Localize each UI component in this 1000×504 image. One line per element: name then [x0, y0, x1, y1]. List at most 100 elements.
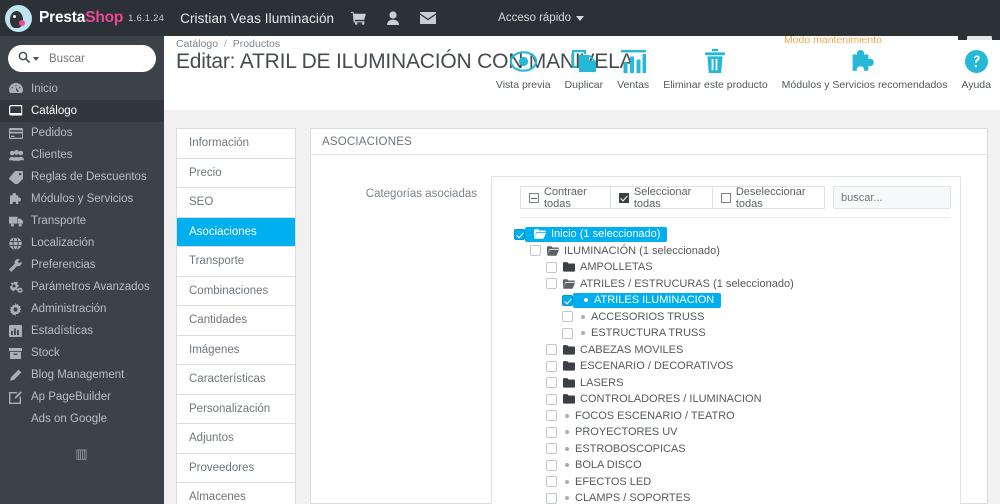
search-scope-chevron-icon[interactable]: [33, 56, 39, 61]
sidebar-item-clientes[interactable]: Clientes: [0, 144, 164, 166]
category-tree-item[interactable]: ACCESORIOS TRUSS: [492, 309, 960, 326]
category-label: ESCENARIO / DECORATIVOS: [580, 360, 734, 373]
category-checkbox[interactable]: [546, 443, 557, 455]
sidebar-item-estad-sticas[interactable]: Estadísticas: [0, 320, 164, 342]
sidebar-item-cat-logo[interactable]: Catálogo: [0, 100, 164, 122]
category-checkbox[interactable]: [546, 377, 557, 389]
tab-cantidades[interactable]: Cantidades: [177, 306, 295, 336]
sidebar-collapse-handle[interactable]: ▥: [0, 446, 164, 462]
category-checkbox[interactable]: [514, 228, 525, 240]
toolbar-button-vista-previa[interactable]: Vista previa: [489, 44, 558, 91]
category-checkbox[interactable]: [546, 476, 557, 488]
sidebar-item-label: Ap PageBuilder: [31, 391, 111, 403]
quick-access-dropdown[interactable]: Acceso rápido: [498, 12, 585, 24]
category-tree-item[interactable]: Inicio (1 seleccionado): [492, 226, 960, 243]
user-icon[interactable]: [387, 11, 400, 25]
cart-icon[interactable]: [351, 11, 367, 25]
tab-adjuntos[interactable]: Adjuntos: [177, 424, 295, 454]
sidebar-item-ads-on-google[interactable]: Ads on Google: [0, 408, 164, 430]
collapse-box-icon: [529, 192, 539, 203]
category-checkbox[interactable]: [562, 327, 573, 339]
breadcrumb-parent[interactable]: Catálogo: [176, 38, 218, 50]
sidebar-item-inicio[interactable]: Inicio: [0, 78, 164, 100]
category-tree-item[interactable]: AMPOLLETAS: [492, 259, 960, 276]
category-checkbox[interactable]: [546, 410, 557, 422]
category-checkbox[interactable]: [546, 492, 557, 504]
breadcrumb-current[interactable]: Productos: [233, 38, 280, 50]
tree-control-label: Contraer todas: [544, 185, 587, 210]
category-checkbox[interactable]: [546, 278, 557, 290]
category-tree-item[interactable]: CABEZAS MOVILES: [492, 342, 960, 359]
sidebar-item-localizaci-n[interactable]: Localización: [0, 232, 164, 254]
sidebar-item-pedidos[interactable]: Pedidos: [0, 122, 164, 144]
trash-icon: [705, 44, 726, 78]
tree-control-deseleccionar-todas[interactable]: Deseleccionar todas: [711, 186, 825, 210]
search-input[interactable]: [49, 52, 149, 65]
tree-control-seleccionar-todas[interactable]: Seleccionar todas: [609, 186, 713, 210]
tab-asociaciones[interactable]: Asociaciones: [177, 217, 295, 247]
category-tree-box: Contraer todas Seleccionar todas Deselecci…: [491, 176, 961, 504]
sidebar-search[interactable]: [8, 45, 156, 72]
category-tree-item[interactable]: FOCOS ESCENARIO / TEATRO: [492, 408, 960, 425]
shop-name[interactable]: Cristian Veas Iluminación: [180, 11, 334, 26]
tab-caracter-sticas[interactable]: Características: [177, 365, 295, 395]
category-tree-item[interactable]: LASERS: [492, 375, 960, 392]
category-tree-item[interactable]: ATRILES ILUMINACION: [492, 292, 960, 309]
category-tree-item[interactable]: CONTROLADORES / ILUMINACION: [492, 391, 960, 408]
category-tree-item[interactable]: ESTRUCTURA TRUSS: [492, 325, 960, 342]
tab-seo[interactable]: SEO: [177, 188, 295, 218]
sidebar-item-preferencias[interactable]: Preferencias: [0, 254, 164, 276]
truck-icon: [9, 216, 31, 227]
sidebar-item-label: Reglas de Descuentos: [31, 171, 147, 183]
category-tree-item[interactable]: PROYECTORES UV: [492, 424, 960, 441]
sidebar-item-m-dulos-y-servicios[interactable]: Módulos y Servicios: [0, 188, 164, 210]
category-checkbox[interactable]: [546, 344, 557, 356]
category-tree-item[interactable]: ESCENARIO / DECORATIVOS: [492, 358, 960, 375]
category-tree-item[interactable]: CLAMPS / SOPORTES: [492, 490, 960, 504]
category-checkbox[interactable]: [546, 360, 557, 372]
sidebar-item-ap-pagebuilder[interactable]: Ap PageBuilder: [0, 386, 164, 408]
sidebar-item-blog-management[interactable]: Blog Management: [0, 364, 164, 386]
category-search-input[interactable]: [833, 186, 951, 209]
tab-proveedores[interactable]: Proveedores: [177, 454, 295, 483]
toolbar-button-m-dulos-y-servicios-recomendados[interactable]: Módulos y Servicios recomendados: [775, 44, 955, 91]
tab-personalizaci-n[interactable]: Personalización: [177, 395, 295, 424]
tab-almacenes[interactable]: Almacenes: [177, 483, 295, 504]
category-tree-item[interactable]: ILUMINACIÓN (1 seleccionado): [492, 243, 960, 260]
tab-label: Proveedores: [189, 461, 255, 474]
category-checkbox[interactable]: [562, 311, 573, 323]
tree-control-contraer-todas[interactable]: Contraer todas: [520, 185, 611, 210]
category-checkbox[interactable]: [562, 294, 573, 306]
category-tree-item[interactable]: ATRILES / ESTRUCURAS (1 seleccionado): [492, 276, 960, 293]
category-checkbox[interactable]: [530, 245, 541, 257]
toolbar-button-eliminar-este-producto[interactable]: Eliminar este producto: [656, 44, 774, 91]
sidebar-item-administraci-n[interactable]: Administración: [0, 298, 164, 320]
sidebar-item-stock[interactable]: Stock: [0, 342, 164, 364]
sidebar: Inicio Catálogo Pedidos Clientes Reglas de D…: [0, 36, 164, 504]
sidebar-item-par-metros-avanzados[interactable]: Parámetros Avanzados: [0, 276, 164, 298]
tab-label: SEO: [189, 196, 214, 209]
category-checkbox[interactable]: [546, 393, 557, 405]
toolbar-button-ventas[interactable]: Ventas: [610, 44, 656, 91]
category-checkbox[interactable]: [546, 261, 557, 273]
tab-combinaciones[interactable]: Combinaciones: [177, 277, 295, 306]
prestashop-logo-icon[interactable]: [5, 4, 32, 32]
sidebar-item-reglas-de-descuentos[interactable]: Reglas de Descuentos: [0, 166, 164, 188]
tab-informaci-n[interactable]: Información: [177, 129, 295, 159]
page-header: Catálogo / Productos Editar: ATRIL DE IL…: [164, 0, 1000, 110]
tab-transporte[interactable]: Transporte: [177, 247, 295, 277]
tab-im-genes[interactable]: Imágenes: [177, 336, 295, 365]
toolbar-button-duplicar[interactable]: Duplicar: [558, 44, 611, 91]
category-tree-item[interactable]: BOLA DISCO: [492, 457, 960, 474]
category-tree-item[interactable]: EFECTOS LED: [492, 474, 960, 491]
brand-presta: Presta: [39, 9, 86, 26]
category-label: BOLA DISCO: [575, 459, 642, 472]
tab-precio[interactable]: Precio: [177, 159, 295, 188]
brand-name[interactable]: PrestaShop: [39, 9, 123, 27]
toolbar-button-label: Módulos y Servicios recomendados: [781, 79, 948, 91]
envelope-icon[interactable]: [420, 12, 437, 24]
category-checkbox[interactable]: [546, 459, 557, 471]
sidebar-item-transporte[interactable]: Transporte: [0, 210, 164, 232]
category-tree-item[interactable]: ESTROBOSCOPICAS: [492, 441, 960, 458]
category-checkbox[interactable]: [546, 426, 557, 438]
